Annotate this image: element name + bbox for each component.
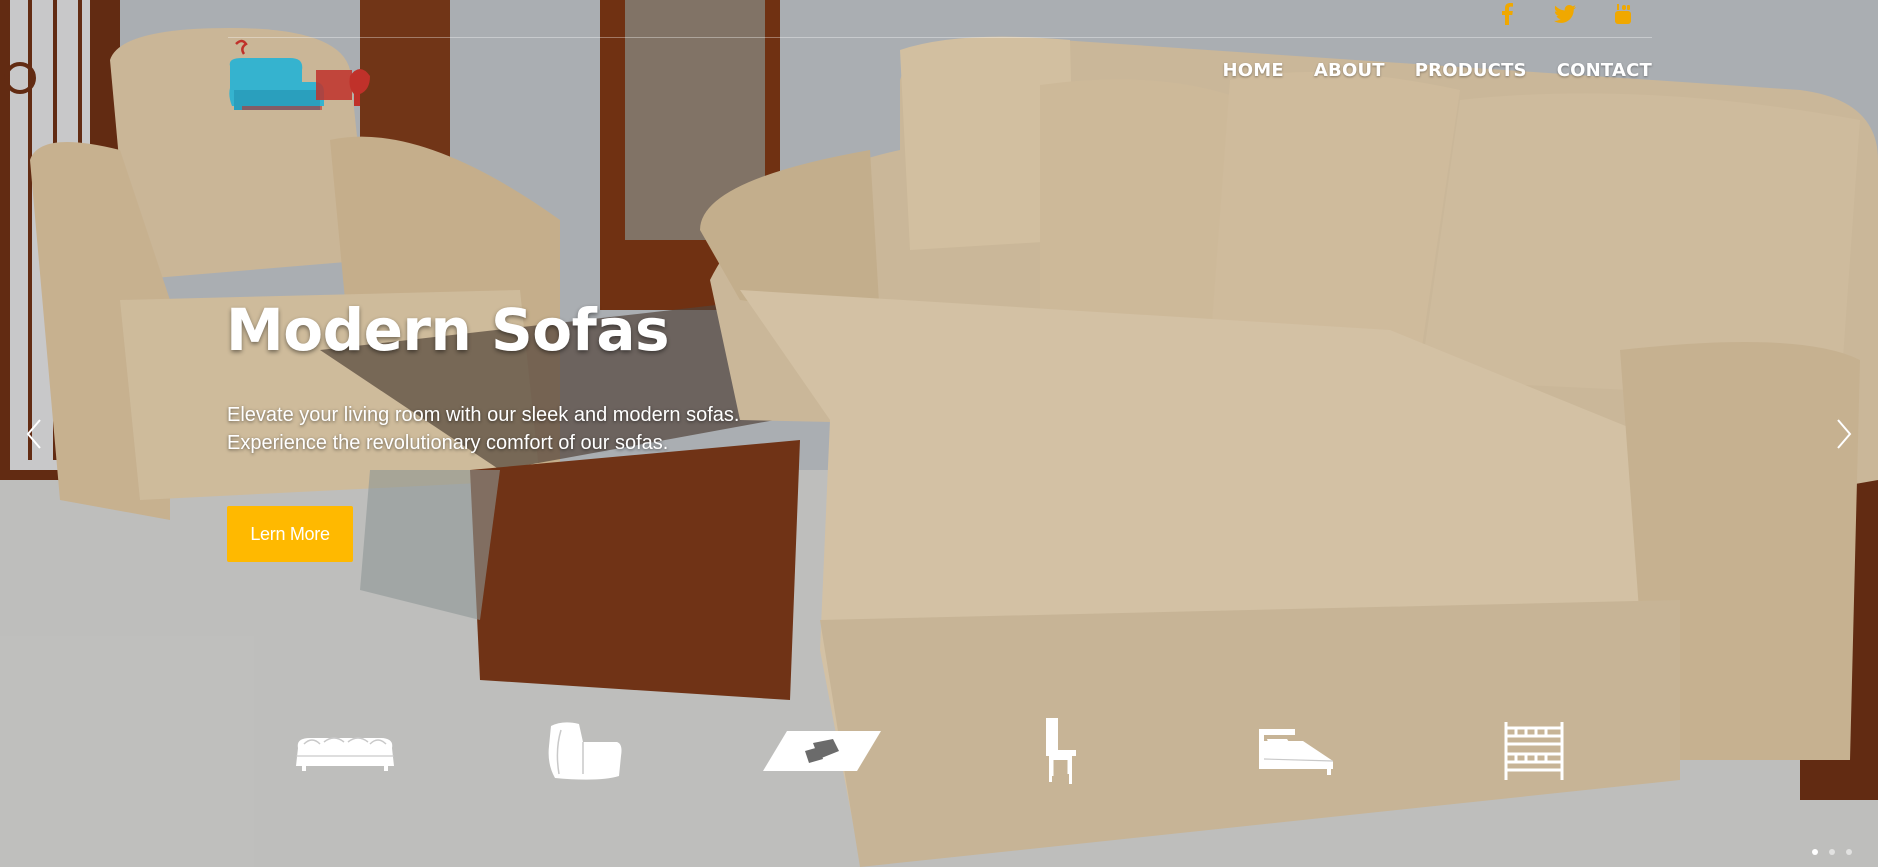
chevron-right-icon [1837,419,1852,449]
category-armchair[interactable] [540,714,626,788]
main-nav: HOME ABOUT PRODUCTS CONTACT [1223,60,1652,81]
youtube-icon[interactable] [1608,2,1638,26]
bunk-bed-icon [1504,722,1564,780]
armchair-icon [548,722,622,780]
carousel-dot-1[interactable] [1812,849,1818,855]
nav-about[interactable]: ABOUT [1314,60,1385,81]
category-sofa[interactable] [290,714,400,788]
carousel-next-button[interactable] [1824,414,1864,454]
facebook-icon[interactable] [1492,2,1522,26]
hero-carousel: HOME ABOUT PRODUCTS CONTACT Modern Sofas… [0,0,1878,867]
category-rug[interactable] [762,714,882,788]
hero-subtitle-line-1: Elevate your living room with our sleek … [227,404,740,426]
carousel-indicators [1812,849,1852,855]
header-divider [228,37,1652,38]
hero-subtitle-line-2: Experience the revolutionary comfort of … [227,432,669,454]
site-logo[interactable] [224,36,384,120]
hero-subtitle: Elevate your living room with our sleek … [227,401,739,457]
category-icons [0,714,1878,788]
chair-icon [1046,718,1076,784]
chevron-left-icon [26,419,41,449]
carousel-dot-3[interactable] [1846,849,1852,855]
nav-contact[interactable]: CONTACT [1557,60,1652,81]
nav-home[interactable]: HOME [1223,60,1284,81]
rug-icon [763,731,881,771]
category-bunk-bed[interactable] [1500,714,1568,788]
hero-title: Modern Sofas [226,296,670,364]
nav-products[interactable]: PRODUCTS [1415,60,1527,81]
learn-more-button[interactable]: Lern More [227,506,353,562]
category-bed[interactable] [1256,714,1336,788]
carousel-prev-button[interactable] [14,414,54,454]
sofa-icon [296,737,394,771]
bed-icon [1259,729,1334,775]
carousel-dot-2[interactable] [1829,849,1835,855]
social-links [1492,2,1638,26]
twitter-icon[interactable] [1550,2,1580,26]
category-chair[interactable] [1030,714,1086,788]
